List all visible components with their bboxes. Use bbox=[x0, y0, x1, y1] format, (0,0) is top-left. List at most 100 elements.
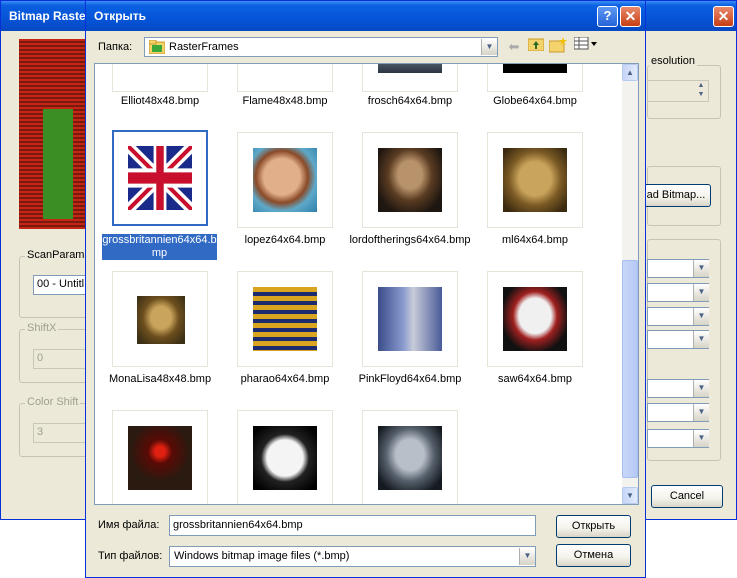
new-folder-icon[interactable] bbox=[548, 37, 568, 57]
filetype-combo[interactable]: Windows bitmap image files (*.bmp) ▼ bbox=[169, 546, 536, 567]
file-caption[interactable]: ml64x64.bmp bbox=[470, 234, 600, 247]
file-thumb-monalisa[interactable] bbox=[112, 271, 208, 367]
selected-caption-line1: grossbritannien64x64.b bbox=[102, 234, 217, 247]
option-combo-3[interactable]: ▼ bbox=[647, 307, 709, 326]
lordoftherings-image bbox=[378, 148, 442, 212]
load-bitmap-label: ad Bitmap... bbox=[646, 189, 706, 201]
chevron-down-icon[interactable]: ▼ bbox=[481, 39, 497, 55]
file-caption[interactable]: pharao64x64.bmp bbox=[220, 373, 350, 386]
file-thumb-flame[interactable] bbox=[237, 64, 333, 92]
spin-down-icon[interactable]: ▼ bbox=[694, 91, 708, 100]
file-caption[interactable]: lordoftherings64x64.bmp bbox=[345, 234, 475, 247]
open-label: Открыть bbox=[571, 520, 616, 532]
resolution-spin[interactable]: ▲ ▼ bbox=[647, 80, 709, 102]
load-bitmap-button[interactable]: ad Bitmap... bbox=[641, 184, 711, 207]
scroll-down-icon[interactable]: ▼ bbox=[622, 487, 638, 504]
saw-image bbox=[503, 287, 567, 351]
file-caption[interactable]: Elliot48x48.bmp bbox=[95, 95, 225, 108]
scrollbar-thumb[interactable] bbox=[622, 260, 638, 478]
folder-combo[interactable]: RasterFrames ▼ bbox=[144, 37, 498, 57]
vertical-scrollbar[interactable]: ▲ ▼ bbox=[622, 64, 638, 504]
file-caption[interactable]: MonaLisa48x48.bmp bbox=[95, 373, 225, 386]
chevron-down-icon[interactable]: ▼ bbox=[693, 284, 709, 301]
file-thumb-pharao[interactable] bbox=[237, 271, 333, 367]
up-folder-icon[interactable] bbox=[526, 37, 546, 57]
filename-input[interactable]: grossbritannien64x64.bmp bbox=[169, 515, 536, 536]
scroll-up-icon[interactable]: ▲ bbox=[622, 64, 638, 81]
file-caption[interactable]: frosch64x64.bmp bbox=[345, 95, 475, 108]
filetype-value: Windows bitmap image files (*.bmp) bbox=[174, 550, 350, 562]
background-cancel-label: Cancel bbox=[669, 490, 705, 502]
terminator-image bbox=[378, 426, 442, 490]
scan-params-combo[interactable]: 00 - Untitl bbox=[33, 275, 89, 295]
selected-caption[interactable]: grossbritannien64x64.b mp bbox=[102, 234, 217, 260]
shiftx-input[interactable]: 0 bbox=[33, 349, 89, 369]
file-thumb-terminator[interactable] bbox=[362, 410, 458, 504]
close-icon: ✕ bbox=[717, 8, 730, 24]
file-caption[interactable]: Globe64x64.bmp bbox=[470, 95, 600, 108]
views-menu-icon[interactable] bbox=[572, 36, 600, 57]
cancel-label: Отмена bbox=[573, 549, 614, 561]
color-shift-label: Color Shift bbox=[25, 396, 81, 408]
file-thumb-scream[interactable] bbox=[237, 410, 333, 504]
dialog-title-bar[interactable]: Открыть ? ✕ bbox=[86, 1, 645, 31]
open-button[interactable]: Открыть bbox=[556, 515, 631, 538]
frosch-image bbox=[378, 64, 442, 73]
monalisa-image bbox=[137, 296, 185, 344]
folder-value: RasterFrames bbox=[169, 41, 239, 53]
file-thumb-jigsaw[interactable] bbox=[112, 410, 208, 504]
cancel-button[interactable]: Отмена bbox=[556, 544, 631, 567]
scan-params-value: 00 - Untitl bbox=[37, 278, 85, 290]
pinkfloyd-image bbox=[378, 287, 442, 351]
file-thumb-globe[interactable] bbox=[487, 64, 583, 92]
chevron-down-icon[interactable]: ▼ bbox=[693, 260, 709, 277]
background-cancel-button[interactable]: Cancel bbox=[651, 485, 723, 508]
close-icon: ✕ bbox=[624, 8, 637, 24]
dialog-close-button[interactable]: ✕ bbox=[620, 6, 641, 27]
file-thumb-ml[interactable] bbox=[487, 132, 583, 228]
option-combo-1[interactable]: ▼ bbox=[647, 259, 709, 278]
help-button[interactable]: ? bbox=[597, 6, 618, 27]
chevron-down-icon[interactable]: ▼ bbox=[693, 404, 709, 421]
open-file-dialog: Открыть ? ✕ Папка: RasterFrames ▼ ⬅ Elli… bbox=[85, 0, 646, 578]
color-shift-input[interactable]: 3 bbox=[33, 423, 89, 443]
shiftx-label: ShiftX bbox=[25, 322, 59, 334]
option-combo-5[interactable]: ▼ bbox=[647, 379, 709, 398]
file-caption[interactable]: Flame48x48.bmp bbox=[220, 95, 350, 108]
globe-image bbox=[503, 64, 567, 73]
option-combo-2[interactable]: ▼ bbox=[647, 283, 709, 302]
color-shift-value: 3 bbox=[37, 426, 44, 438]
help-icon: ? bbox=[603, 8, 612, 23]
dialog-title: Открыть bbox=[94, 9, 147, 23]
file-thumb-frosch[interactable] bbox=[362, 64, 458, 92]
union-jack-image bbox=[128, 146, 192, 210]
resolution-label: esolution bbox=[649, 55, 698, 67]
spin-up-icon[interactable]: ▲ bbox=[694, 82, 708, 91]
file-caption[interactable]: saw64x64.bmp bbox=[470, 373, 600, 386]
back-arrow-icon[interactable]: ⬅ bbox=[504, 37, 524, 57]
file-caption[interactable]: PinkFloyd64x64.bmp bbox=[345, 373, 475, 386]
lopez-image bbox=[253, 148, 317, 212]
folder-icon bbox=[148, 39, 166, 55]
bitmap-preview-shape bbox=[43, 109, 73, 219]
scream-image bbox=[253, 426, 317, 490]
file-list-view[interactable]: Elliot48x48.bmp Flame48x48.bmp frosch64x… bbox=[94, 63, 639, 505]
file-thumb-pinkfloyd[interactable] bbox=[362, 271, 458, 367]
option-combo-7[interactable]: ▼ bbox=[647, 429, 709, 448]
file-thumb-saw[interactable] bbox=[487, 271, 583, 367]
file-caption[interactable]: lopez64x64.bmp bbox=[220, 234, 350, 247]
option-combo-6[interactable]: ▼ bbox=[647, 403, 709, 422]
chevron-down-icon[interactable]: ▼ bbox=[693, 380, 709, 397]
ml-image bbox=[503, 148, 567, 212]
file-thumb-lordoftherings[interactable] bbox=[362, 132, 458, 228]
chevron-down-icon[interactable]: ▼ bbox=[693, 331, 709, 348]
chevron-down-icon[interactable]: ▼ bbox=[693, 308, 709, 325]
file-thumb-lopez[interactable] bbox=[237, 132, 333, 228]
file-thumb-elliot[interactable] bbox=[112, 64, 208, 92]
option-combo-4[interactable]: ▼ bbox=[647, 330, 709, 349]
background-window-title: Bitmap Raste bbox=[9, 9, 86, 23]
background-close-button[interactable]: ✕ bbox=[713, 6, 734, 27]
file-thumb-grossbritannien[interactable] bbox=[112, 130, 208, 226]
chevron-down-icon[interactable]: ▼ bbox=[693, 430, 709, 447]
chevron-down-icon[interactable]: ▼ bbox=[519, 548, 535, 565]
